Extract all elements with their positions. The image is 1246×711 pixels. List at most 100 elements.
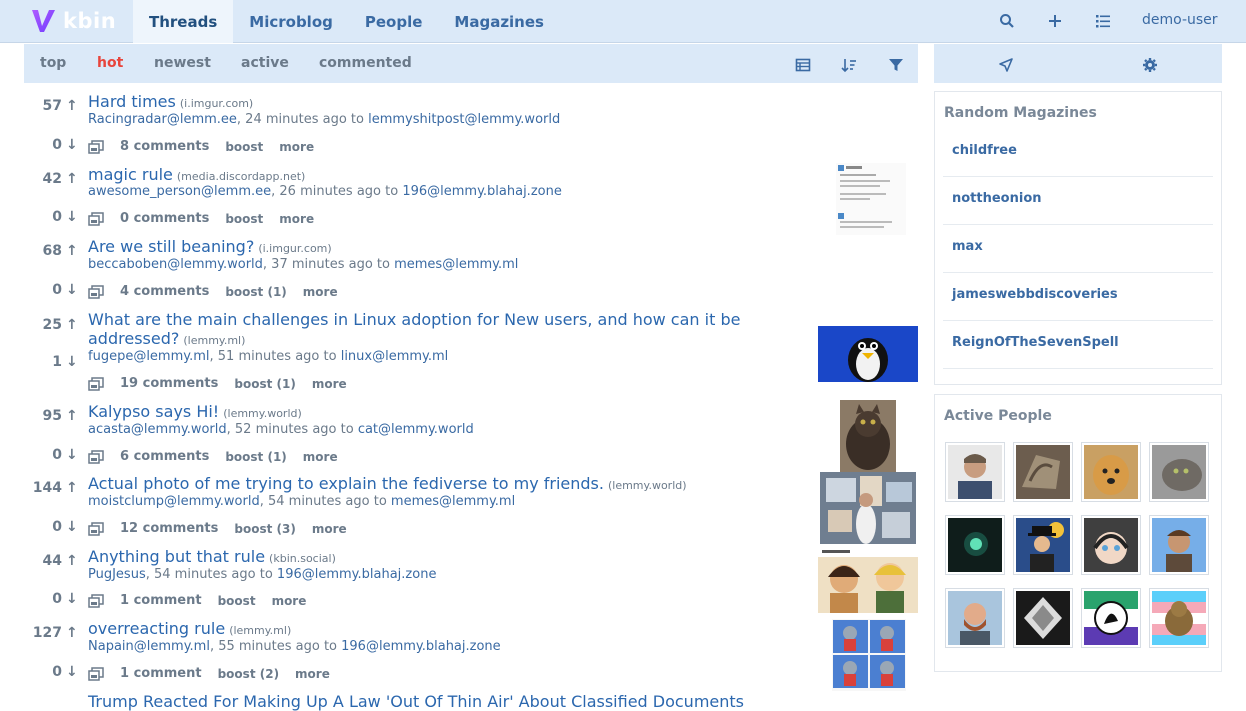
thread-title[interactable]: overreacting rule bbox=[88, 619, 225, 638]
sort-active[interactable]: active bbox=[241, 55, 289, 71]
downvote[interactable]: 0 ↓ bbox=[24, 137, 77, 153]
magazine-link[interactable]: cat@lemmy.world bbox=[358, 422, 474, 437]
upvote[interactable]: 95 ↑ bbox=[24, 408, 78, 424]
author-link[interactable]: beccaboben@lemmy.world bbox=[88, 257, 263, 272]
search-icon[interactable] bbox=[999, 13, 1015, 29]
add-icon[interactable] bbox=[1047, 13, 1063, 29]
more-button[interactable]: more bbox=[279, 212, 314, 226]
thread-thumbnail[interactable] bbox=[840, 400, 896, 472]
upvote[interactable]: 57 ↑ bbox=[24, 98, 78, 114]
avatar[interactable] bbox=[1149, 515, 1209, 575]
author-link[interactable]: Racingradar@lemm.ee bbox=[88, 112, 237, 127]
comments-link[interactable]: 4 comments bbox=[120, 284, 209, 299]
downvote[interactable]: 0 ↓ bbox=[24, 591, 77, 607]
downvote[interactable]: 1 ↓ bbox=[24, 354, 77, 370]
magazine-name[interactable]: ReignOfTheSevenSpell bbox=[952, 335, 1119, 350]
sort-commented[interactable]: commented bbox=[319, 55, 412, 71]
thread-thumbnail[interactable] bbox=[820, 472, 916, 544]
avatar[interactable] bbox=[1149, 588, 1209, 648]
upvote[interactable]: 25 ↑ bbox=[24, 317, 78, 333]
author-link[interactable]: Napain@lemmy.ml bbox=[88, 639, 210, 654]
tab-microblog[interactable]: Microblog bbox=[233, 0, 349, 43]
sort-newest[interactable]: newest bbox=[154, 55, 211, 71]
magazine-item[interactable]: nottheonion bbox=[943, 177, 1213, 225]
comments-link[interactable]: 1 comment bbox=[120, 593, 202, 608]
avatar[interactable] bbox=[945, 588, 1005, 648]
author-link[interactable]: moistclump@lemmy.world bbox=[88, 494, 260, 509]
author-link[interactable]: awesome_person@lemm.ee bbox=[88, 184, 271, 199]
comments-icon[interactable] bbox=[88, 593, 104, 608]
upvote[interactable]: 42 ↑ bbox=[24, 171, 78, 187]
magazine-item[interactable]: max bbox=[943, 225, 1213, 273]
more-button[interactable]: more bbox=[312, 377, 347, 391]
thread-domain[interactable]: (media.discordapp.net) bbox=[177, 170, 305, 183]
comments-link[interactable]: 19 comments bbox=[120, 376, 218, 391]
magazine-name[interactable]: nottheonion bbox=[952, 191, 1042, 206]
downvote[interactable]: 0 ↓ bbox=[24, 447, 77, 463]
magazine-link[interactable]: linux@lemmy.ml bbox=[341, 349, 449, 364]
boost-button[interactable]: boost bbox=[225, 140, 263, 154]
thread-domain[interactable]: (lemmy.world) bbox=[223, 407, 302, 420]
thread-domain[interactable]: (i.imgur.com) bbox=[258, 242, 331, 255]
magazine-link[interactable]: lemmyshitpost@lemmy.world bbox=[368, 112, 560, 127]
brand-logo[interactable]: kbin bbox=[30, 6, 116, 36]
comments-link[interactable]: 1 comment bbox=[120, 666, 202, 681]
gear-icon[interactable] bbox=[1142, 57, 1158, 73]
thread-domain[interactable]: (i.imgur.com) bbox=[180, 97, 253, 110]
avatar[interactable] bbox=[945, 442, 1005, 502]
tab-people[interactable]: People bbox=[349, 0, 439, 43]
magazine-item[interactable]: jameswebbdiscoveries bbox=[943, 273, 1213, 321]
boost-button[interactable]: boost (2) bbox=[218, 667, 279, 681]
more-button[interactable]: more bbox=[279, 140, 314, 154]
thread-title[interactable]: Kalypso says Hi! bbox=[88, 402, 219, 421]
thread-title[interactable]: Actual photo of me trying to explain the… bbox=[88, 474, 604, 493]
avatar[interactable] bbox=[1013, 515, 1073, 575]
downvote[interactable]: 0 ↓ bbox=[24, 282, 77, 298]
comments-icon[interactable] bbox=[88, 376, 104, 391]
magazine-item[interactable]: childfree bbox=[943, 129, 1213, 177]
boost-button[interactable]: boost bbox=[225, 212, 263, 226]
avatar[interactable] bbox=[1149, 442, 1209, 502]
avatar[interactable] bbox=[1013, 588, 1073, 648]
comments-icon[interactable] bbox=[88, 521, 104, 536]
sort-hot[interactable]: hot bbox=[97, 55, 123, 71]
tab-magazines[interactable]: Magazines bbox=[438, 0, 560, 43]
thread-title[interactable]: Trump Reacted For Making Up A Law 'Out O… bbox=[88, 692, 744, 711]
boost-button[interactable]: boost (1) bbox=[234, 377, 295, 391]
magazine-link[interactable]: 196@lemmy.blahaj.zone bbox=[277, 567, 437, 582]
send-icon[interactable] bbox=[998, 57, 1014, 73]
comments-link[interactable]: 12 comments bbox=[120, 521, 218, 536]
avatar[interactable] bbox=[1081, 442, 1141, 502]
thread-title[interactable]: Are we still beaning? bbox=[88, 237, 254, 256]
upvote[interactable]: 144 ↑ bbox=[24, 480, 78, 496]
downvote[interactable]: 0 ↓ bbox=[24, 519, 77, 535]
magazine-item[interactable]: ReignOfTheSevenSpell bbox=[943, 321, 1213, 369]
avatar[interactable] bbox=[945, 515, 1005, 575]
comments-link[interactable]: 8 comments bbox=[120, 139, 209, 154]
filter-icon[interactable] bbox=[888, 57, 904, 73]
magazine-name[interactable]: max bbox=[952, 239, 983, 254]
magazine-name[interactable]: childfree bbox=[952, 143, 1017, 158]
more-button[interactable]: more bbox=[303, 285, 338, 299]
thread-thumbnail[interactable] bbox=[818, 547, 918, 613]
thread-domain[interactable]: (lemmy.world) bbox=[608, 479, 687, 492]
magazine-link[interactable]: memes@lemmy.ml bbox=[391, 494, 515, 509]
comments-icon[interactable] bbox=[88, 449, 104, 464]
sort-order-icon[interactable] bbox=[841, 57, 857, 73]
tab-threads[interactable]: Threads bbox=[133, 0, 234, 43]
more-button[interactable]: more bbox=[272, 594, 307, 608]
thread-domain[interactable]: (kbin.social) bbox=[269, 552, 336, 565]
more-button[interactable]: more bbox=[295, 667, 330, 681]
view-layout-icon[interactable] bbox=[795, 57, 811, 73]
magazine-name[interactable]: jameswebbdiscoveries bbox=[952, 287, 1118, 302]
comments-icon[interactable] bbox=[88, 211, 104, 226]
upvote[interactable]: 68 ↑ bbox=[24, 243, 78, 259]
upvote[interactable]: 44 ↑ bbox=[24, 553, 78, 569]
magazine-link[interactable]: 196@lemmy.blahaj.zone bbox=[341, 639, 501, 654]
avatar[interactable] bbox=[1081, 515, 1141, 575]
author-link[interactable]: PugJesus bbox=[88, 567, 146, 582]
boost-button[interactable]: boost (1) bbox=[225, 285, 286, 299]
more-button[interactable]: more bbox=[312, 522, 347, 536]
boost-button[interactable]: boost (3) bbox=[234, 522, 295, 536]
author-link[interactable]: acasta@lemmy.world bbox=[88, 422, 227, 437]
